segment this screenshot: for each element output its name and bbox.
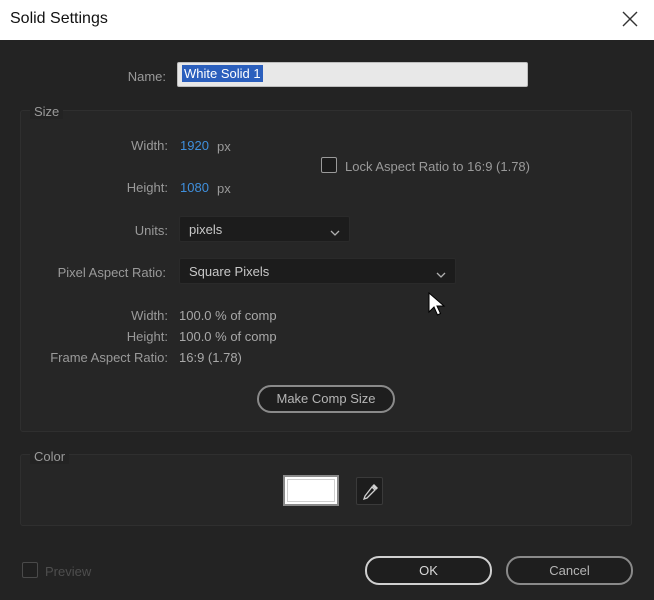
size-group-title: Size: [30, 104, 64, 119]
dialog-title: Solid Settings: [10, 10, 108, 27]
color-group-title: Color: [30, 449, 70, 464]
lock-aspect-label: Lock Aspect Ratio to 16:9 (1.78): [345, 159, 530, 174]
width-unit: px: [217, 139, 231, 154]
ok-button[interactable]: OK: [365, 556, 492, 585]
lock-aspect-checkbox[interactable]: [321, 157, 337, 173]
color-swatch-fill: [287, 479, 335, 502]
name-label: Name:: [127, 69, 166, 84]
chevron-down-icon: [436, 267, 446, 282]
par-dropdown[interactable]: Square Pixels: [179, 258, 456, 284]
units-dropdown-value: pixels: [189, 222, 223, 237]
info-width-value: 100.0 % of comp: [179, 308, 277, 323]
close-icon[interactable]: [620, 9, 640, 29]
color-swatch[interactable]: [283, 475, 339, 506]
frame-aspect-value: 16:9 (1.78): [179, 350, 242, 365]
make-comp-size-button[interactable]: Make Comp Size: [257, 385, 395, 413]
units-label: Units:: [134, 223, 168, 238]
width-label: Width:: [131, 138, 168, 153]
name-input-value: White Solid 1: [182, 65, 263, 82]
par-dropdown-value: Square Pixels: [189, 264, 270, 279]
units-dropdown[interactable]: pixels: [179, 216, 350, 242]
width-value[interactable]: 1920: [180, 138, 209, 153]
frame-aspect-label: Frame Aspect Ratio:: [50, 350, 168, 365]
info-width-label: Width:: [131, 308, 168, 323]
height-unit: px: [217, 181, 231, 196]
chevron-down-icon: [330, 225, 340, 240]
cancel-button[interactable]: Cancel: [506, 556, 633, 585]
eyedropper-icon[interactable]: [356, 477, 383, 505]
height-value[interactable]: 1080: [180, 180, 209, 195]
title-bar: Solid Settings: [0, 0, 654, 40]
mouse-pointer-icon: [428, 291, 446, 321]
par-label: Pixel Aspect Ratio:: [57, 265, 166, 280]
preview-label: Preview: [45, 564, 92, 579]
preview-checkbox[interactable]: [22, 562, 38, 578]
info-height-value: 100.0 % of comp: [179, 329, 277, 344]
name-input[interactable]: White Solid 1: [177, 62, 528, 87]
height-label: Height:: [126, 180, 168, 195]
info-height-label: Height:: [126, 329, 168, 344]
